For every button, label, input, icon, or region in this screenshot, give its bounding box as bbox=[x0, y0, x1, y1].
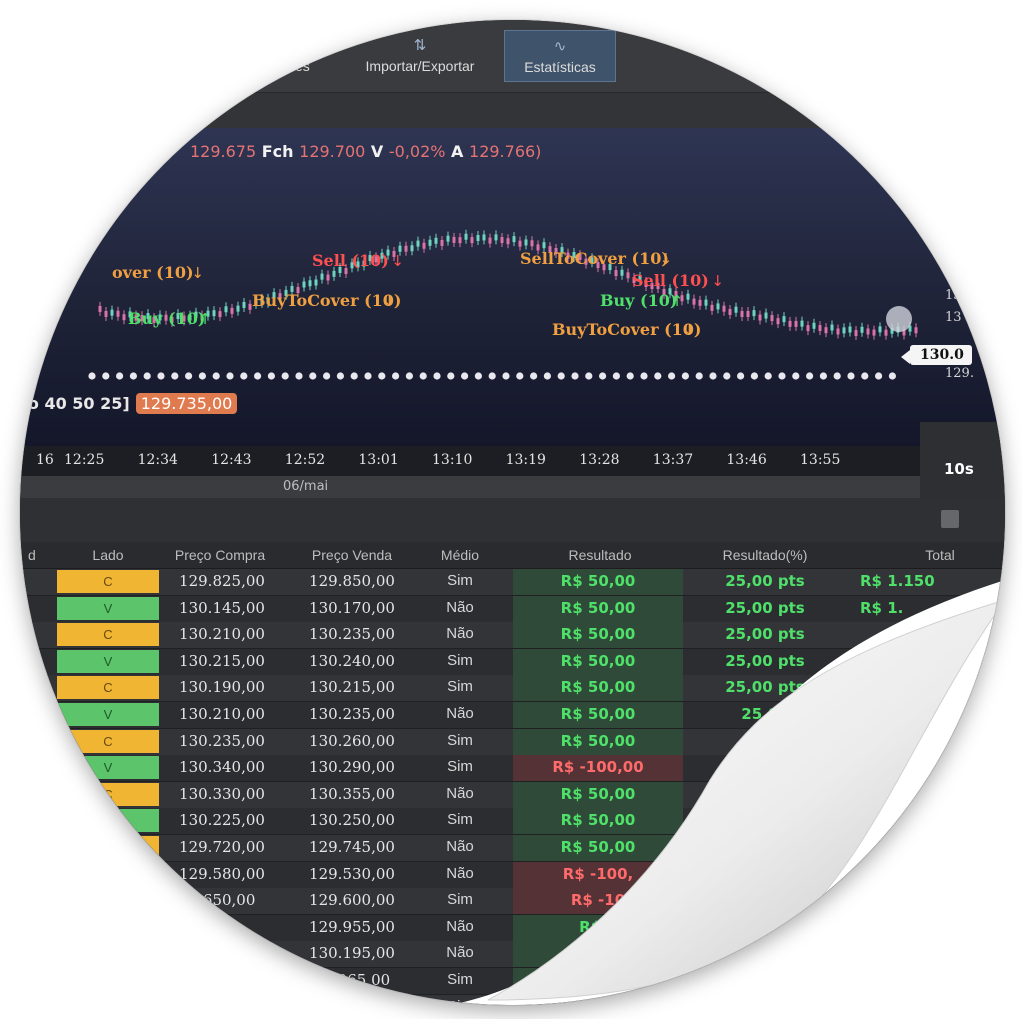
page-curl-decoration bbox=[450, 580, 1005, 1005]
sticker-frame: ções ⇅ Importar/Exportar ∿ Estatísticas … bbox=[20, 20, 1005, 1005]
